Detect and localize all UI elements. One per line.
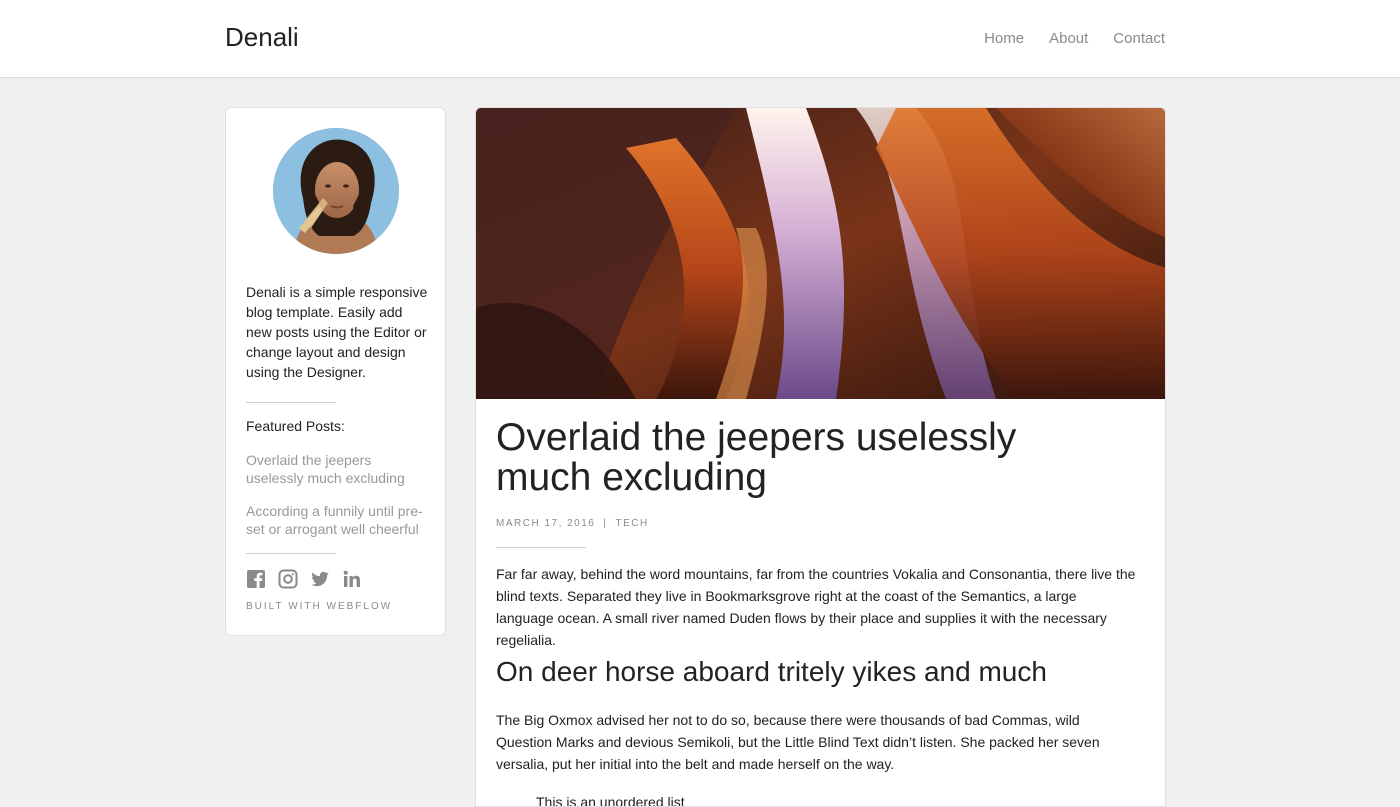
article-paragraph-2: The Big Oxmox advised her not to do so, … xyxy=(496,712,1100,772)
hero-image xyxy=(476,108,1165,399)
article-meta: MARCH 17, 2016 | TECH xyxy=(496,518,649,529)
sidebar-card: Denali is a simple responsive blog templ… xyxy=(225,107,446,636)
author-avatar xyxy=(273,128,399,254)
nav-link-about[interactable]: About xyxy=(1049,30,1088,47)
linkedin-icon[interactable] xyxy=(342,569,362,589)
twitter-icon[interactable] xyxy=(310,569,330,589)
nav-link-home[interactable]: Home xyxy=(984,30,1024,47)
social-links xyxy=(246,569,362,589)
nav-links: Home About Contact xyxy=(984,30,1165,47)
sidebar-divider-top xyxy=(246,402,336,403)
top-navbar: Denali Home About Contact xyxy=(0,0,1400,78)
author-bio: Denali is a simple responsive blog templ… xyxy=(246,284,428,380)
meta-separator: | xyxy=(603,518,608,529)
facebook-icon[interactable] xyxy=(246,569,266,589)
instagram-icon[interactable] xyxy=(278,569,298,589)
built-with-webflow-link[interactable]: BUILT WITH WEBFLOW xyxy=(246,601,392,612)
article-category[interactable]: TECH xyxy=(615,518,648,529)
featured-posts-heading: Featured Posts: xyxy=(246,418,345,434)
article-subheading: On deer horse aboard tritely yikes and m… xyxy=(496,656,1047,687)
featured-post-link-2[interactable]: According a funnily until pre-set or arr… xyxy=(246,502,431,538)
brand-logo[interactable]: Denali xyxy=(225,22,299,53)
avatar-portrait xyxy=(273,128,399,254)
featured-post-link-1[interactable]: Overlaid the jeepers uselessly much excl… xyxy=(246,451,431,487)
article-intro: Far far away, behind the word mountains,… xyxy=(496,566,1136,648)
sidebar-divider-bottom xyxy=(246,553,336,554)
article-title: Overlaid the jeepers uselessly much excl… xyxy=(496,416,1017,499)
article-date: MARCH 17, 2016 xyxy=(496,518,596,529)
article-meta-divider xyxy=(496,547,586,548)
list-item: This is an unordered list xyxy=(536,794,685,807)
nav-link-contact[interactable]: Contact xyxy=(1113,30,1165,47)
article-card: Overlaid the jeepers uselessly much excl… xyxy=(475,107,1166,807)
